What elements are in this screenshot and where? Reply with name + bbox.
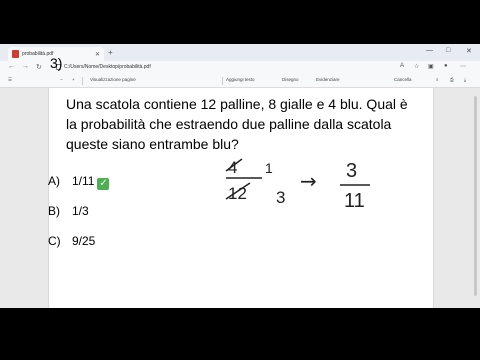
menu-icon[interactable]: ⋯	[460, 63, 466, 70]
option-value-text: 1/11	[72, 174, 95, 188]
vertical-scrollbar[interactable]	[474, 96, 477, 296]
option-value-c: 9/25	[72, 234, 96, 248]
new-tab-icon[interactable]: +	[108, 48, 113, 57]
tab-close-icon[interactable]: ✕	[95, 51, 100, 58]
toolbar-item-highlight[interactable]: Evidenziare	[316, 77, 340, 82]
option-value-a: 1/11 ✓	[72, 174, 110, 190]
refresh-icon[interactable]: ↻	[36, 63, 42, 71]
search-icon[interactable]: ⌕	[436, 77, 439, 82]
pdf-toolbar: ☰ − + Visualizzazione pagine Aggiungi te…	[0, 74, 480, 88]
toolbar-item-erase[interactable]: Cancella	[394, 77, 412, 82]
maximize-button[interactable]: □	[446, 47, 450, 54]
url-field[interactable]: C:/Users/Nome/Desktop/probabilità.pdf	[64, 64, 151, 70]
arrow-icon: →	[300, 169, 317, 193]
save-icon[interactable]: ⤓	[464, 77, 466, 82]
option-value-b: 1/3	[72, 204, 89, 218]
question-line: la probabilità che estraendo due palline…	[66, 116, 392, 132]
print-icon[interactable]: ⎙	[450, 77, 454, 82]
result-numerator: 3	[346, 160, 357, 182]
forward-icon[interactable]: →	[22, 63, 29, 70]
toolbar-divider	[222, 77, 223, 85]
question-line: queste siano entrambe blu?	[66, 136, 239, 152]
handwritten-solution: 4 1 12 3 → 3 11	[225, 158, 370, 212]
zoom-out-icon[interactable]: −	[60, 77, 63, 82]
toolbar-menu-icon[interactable]: ☰	[8, 77, 12, 83]
profile-icon[interactable]: ●	[444, 63, 448, 69]
toolbar-divider	[82, 77, 83, 85]
favorites-icon[interactable]: ☆	[414, 63, 419, 70]
close-window-button[interactable]: ✕	[466, 47, 472, 55]
collections-icon[interactable]: ▣	[428, 63, 434, 70]
toolbar-item-draw[interactable]: Disegno	[282, 77, 299, 82]
zoom-in-icon[interactable]: +	[72, 77, 75, 82]
check-mark-icon: ✓	[97, 178, 110, 190]
address-bar: ← → ↻ C:/Users/Nome/Desktop/probabilità.…	[0, 61, 480, 74]
result-denominator: 11	[344, 190, 365, 212]
read-aloud-icon[interactable]: A	[400, 63, 404, 69]
option-letter-c: C)	[48, 234, 61, 248]
toolbar-item-add-text[interactable]: Aggiungi testo	[226, 77, 255, 82]
back-icon[interactable]: ←	[8, 63, 15, 70]
pdf-file-icon	[12, 50, 19, 58]
tab-bar: probabilità.pdf ✕ + — □ ✕	[0, 44, 480, 61]
numerator-reduced: 1	[265, 160, 273, 176]
option-letter-b: B)	[48, 204, 60, 218]
toolbar-item-page-view[interactable]: Visualizzazione pagine	[90, 77, 136, 82]
minimize-button[interactable]: —	[426, 47, 433, 54]
question-line: Una scatola contiene 12 palline, 8 giall…	[66, 96, 408, 112]
denominator-reduced: 3	[276, 188, 285, 207]
option-letter-a: A)	[48, 174, 60, 188]
question-number: 3)	[50, 55, 63, 71]
